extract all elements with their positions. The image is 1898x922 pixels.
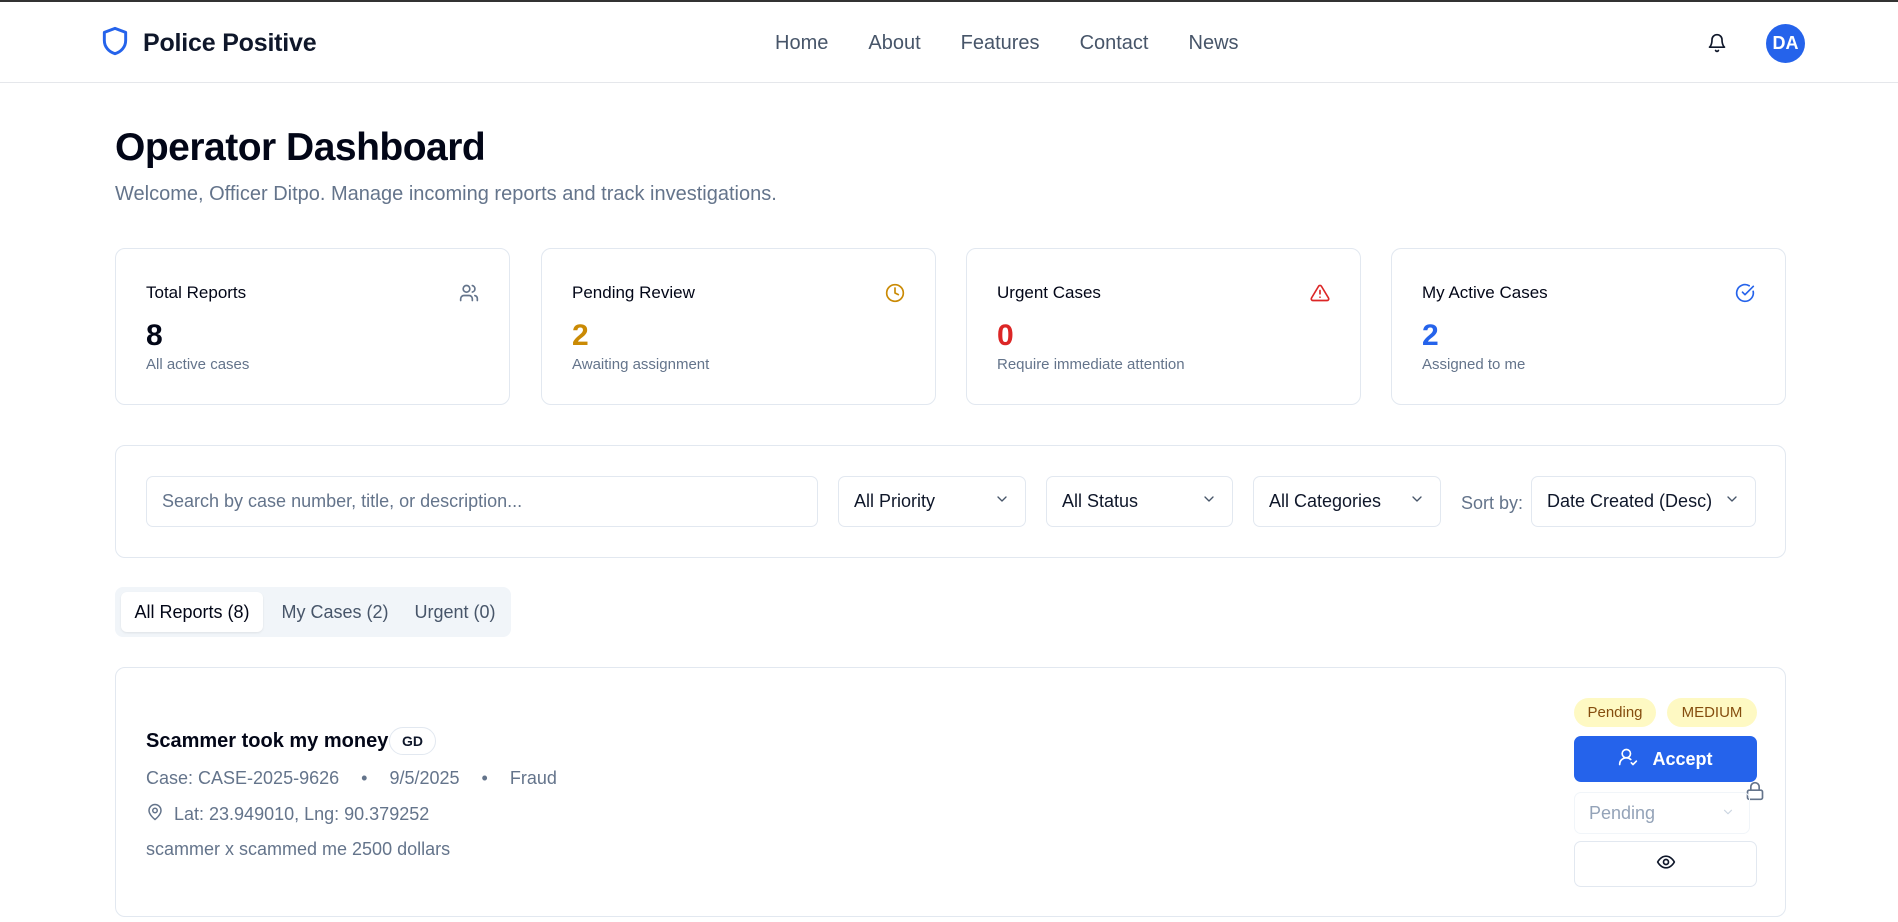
bell-icon[interactable] (1707, 32, 1727, 59)
report-card: Scammer took my money GD Case: CASE-2025… (115, 667, 1786, 917)
stat-description: Awaiting assignment (572, 356, 710, 373)
report-location: Lat: 23.949010, Lng: 90.379252 (146, 802, 429, 827)
case-number: Case: CASE-2025-9626 (146, 768, 340, 788)
sort-select[interactable]: Date Created (Desc) (1531, 476, 1756, 527)
stat-card-my-active-cases: My Active Cases 2 Assigned to me (1391, 248, 1786, 405)
search-input[interactable] (146, 476, 818, 527)
chevron-down-icon (1721, 803, 1735, 824)
page-subtitle: Welcome, Officer Ditpo. Manage incoming … (115, 183, 777, 205)
stat-title: Urgent Cases (997, 283, 1101, 302)
chevron-down-icon (1409, 491, 1425, 512)
users-icon (459, 283, 479, 308)
chevron-down-icon (994, 491, 1010, 512)
meta-separator: • (481, 768, 488, 788)
category-select-value: All Categories (1269, 491, 1382, 511)
report-tabs: All Reports (8) My Cases (2) Urgent (0) (115, 587, 511, 637)
eye-icon (1656, 852, 1676, 877)
stat-card-urgent-cases: Urgent Cases 0 Require immediate attenti… (966, 248, 1361, 405)
category-select[interactable]: All Categories (1253, 476, 1441, 527)
avatar[interactable]: DA (1766, 24, 1805, 63)
stat-title: My Active Cases (1422, 283, 1548, 302)
sort-select-value: Date Created (Desc) (1547, 491, 1713, 511)
clock-icon (885, 283, 905, 308)
stat-value: 2 (572, 319, 589, 352)
brand[interactable]: Police Positive (99, 22, 317, 65)
stat-title: Pending Review (572, 283, 695, 302)
case-status-select[interactable]: Pending (1574, 792, 1750, 834)
stat-title: Total Reports (146, 283, 247, 302)
chevron-down-icon (1724, 491, 1740, 512)
navbar: Police Positive Home About Features Cont… (0, 2, 1898, 83)
status-badge: Pending (1574, 698, 1656, 727)
report-meta: Case: CASE-2025-9626 • 9/5/2025 • Fraud (146, 768, 557, 789)
location-coordinates: Lat: 23.949010, Lng: 90.379252 (174, 804, 430, 824)
alert-triangle-icon (1310, 283, 1330, 308)
stat-value: 0 (997, 319, 1014, 352)
page-title: Operator Dashboard (115, 126, 486, 169)
tab-all-reports[interactable]: All Reports (8) (121, 592, 263, 632)
stat-card-total-reports: Total Reports 8 All active cases (115, 248, 510, 405)
nav-contact[interactable]: Contact (1080, 32, 1149, 55)
stat-card-pending-review: Pending Review 2 Awaiting assignment (541, 248, 936, 405)
nav-about[interactable]: About (868, 32, 920, 55)
stat-value: 2 (1422, 319, 1439, 352)
status-select[interactable]: All Status (1046, 476, 1233, 527)
report-type-badge: GD (389, 727, 436, 755)
priority-select[interactable]: All Priority (838, 476, 1026, 527)
shield-icon (99, 22, 131, 65)
user-check-icon (1618, 747, 1638, 772)
brand-name: Police Positive (143, 29, 317, 57)
meta-separator: • (361, 768, 368, 788)
map-pin-icon (146, 802, 164, 827)
view-details-button[interactable] (1574, 841, 1757, 887)
priority-select-value: All Priority (854, 491, 936, 511)
sort-label: Sort by: (1461, 493, 1524, 513)
report-category: Fraud (509, 768, 557, 788)
main-nav: Home About Features Contact News (775, 32, 1239, 55)
status-select-value: All Status (1062, 491, 1139, 511)
accept-button[interactable]: Accept (1574, 736, 1757, 782)
tab-my-cases[interactable]: My Cases (2) (265, 592, 405, 632)
chevron-down-icon (1201, 491, 1217, 512)
accept-button-label: Accept (1652, 748, 1713, 769)
check-circle-icon (1735, 283, 1755, 308)
case-status-value: Pending (1589, 802, 1656, 823)
nav-news[interactable]: News (1189, 32, 1239, 55)
priority-badge: MEDIUM (1667, 698, 1757, 727)
tab-urgent[interactable]: Urgent (0) (405, 592, 505, 632)
stat-description: Require immediate attention (997, 356, 1185, 373)
nav-home[interactable]: Home (775, 32, 828, 55)
report-description: scammer x scammed me 2500 dollars (146, 839, 451, 859)
stat-description: All active cases (146, 356, 250, 373)
report-title[interactable]: Scammer took my money (146, 730, 388, 753)
nav-features[interactable]: Features (961, 32, 1040, 55)
stat-value: 8 (146, 319, 163, 352)
report-date: 9/5/2025 (389, 768, 460, 788)
filter-panel: All Priority All Status All Categories S… (115, 445, 1786, 558)
stat-description: Assigned to me (1422, 356, 1526, 373)
